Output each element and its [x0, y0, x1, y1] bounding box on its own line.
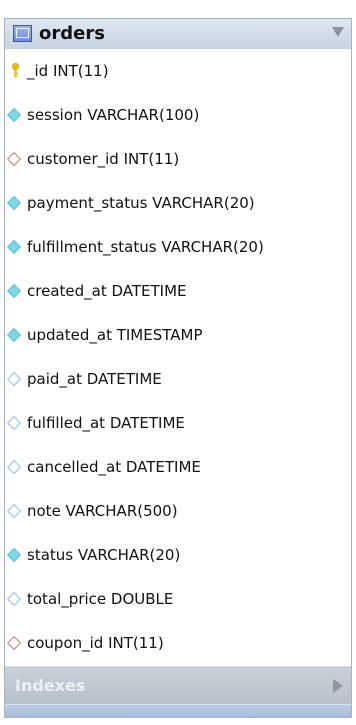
column-row-note[interactable]: note VARCHAR(500)	[5, 489, 351, 533]
column-row-total-price[interactable]: total_price DOUBLE	[5, 577, 351, 621]
open-diamond-icon	[6, 503, 22, 519]
filled-diamond-icon	[6, 547, 22, 563]
column-label: total_price DOUBLE	[27, 590, 174, 608]
footer-strip	[5, 704, 351, 717]
filled-diamond-icon	[6, 195, 22, 211]
column-row-session[interactable]: session VARCHAR(100)	[5, 93, 351, 137]
column-row-coupon-id[interactable]: coupon_id INT(11)	[5, 621, 351, 665]
foreign-key-diamond-icon	[6, 151, 22, 167]
column-row-id[interactable]: _id INT(11)	[5, 49, 351, 93]
column-label: _id INT(11)	[27, 62, 109, 80]
column-label: fulfillment_status VARCHAR(20)	[27, 238, 264, 256]
columns-list: _id INT(11) session VARCHAR(100) custome…	[5, 49, 351, 666]
orders-table-card: orders _id INT(11) session VARCHAR(100) …	[4, 18, 352, 718]
filled-diamond-icon	[6, 107, 22, 123]
table-header[interactable]: orders	[5, 19, 351, 50]
column-row-payment-status[interactable]: payment_status VARCHAR(20)	[5, 181, 351, 225]
column-label: fulfilled_at DATETIME	[27, 414, 185, 432]
indexes-label: Indexes	[15, 676, 86, 695]
column-row-cancelled-at[interactable]: cancelled_at DATETIME	[5, 445, 351, 489]
column-row-updated-at[interactable]: updated_at TIMESTAMP	[5, 313, 351, 357]
column-label: paid_at DATETIME	[27, 370, 162, 388]
table-title: orders	[39, 23, 105, 44]
column-label: coupon_id INT(11)	[27, 634, 164, 652]
column-label: session VARCHAR(100)	[27, 106, 200, 124]
open-diamond-icon	[6, 591, 22, 607]
open-diamond-icon	[6, 371, 22, 387]
filled-diamond-icon	[6, 239, 22, 255]
filled-diamond-icon	[6, 327, 22, 343]
open-diamond-icon	[6, 415, 22, 431]
column-row-created-at[interactable]: created_at DATETIME	[5, 269, 351, 313]
column-row-customer-id[interactable]: customer_id INT(11)	[5, 137, 351, 181]
column-label: cancelled_at DATETIME	[27, 458, 201, 476]
column-label: status VARCHAR(20)	[27, 546, 181, 564]
foreign-key-diamond-icon	[6, 635, 22, 651]
column-label: created_at DATETIME	[27, 282, 187, 300]
column-row-paid-at[interactable]: paid_at DATETIME	[5, 357, 351, 401]
column-label: note VARCHAR(500)	[27, 502, 178, 520]
column-label: customer_id INT(11)	[27, 150, 180, 168]
indexes-section[interactable]: Indexes	[5, 666, 351, 705]
collapse-arrow-icon[interactable]	[332, 27, 344, 37]
open-diamond-icon	[6, 459, 22, 475]
expand-arrow-icon[interactable]	[333, 679, 343, 693]
column-label: payment_status VARCHAR(20)	[27, 194, 255, 212]
filled-diamond-icon	[6, 283, 22, 299]
column-row-status[interactable]: status VARCHAR(20)	[5, 533, 351, 577]
column-row-fulfilled-at[interactable]: fulfilled_at DATETIME	[5, 401, 351, 445]
column-label: updated_at TIMESTAMP	[27, 326, 203, 344]
column-row-fulfillment-status[interactable]: fulfillment_status VARCHAR(20)	[5, 225, 351, 269]
table-icon	[13, 25, 32, 42]
primary-key-icon	[12, 63, 19, 78]
